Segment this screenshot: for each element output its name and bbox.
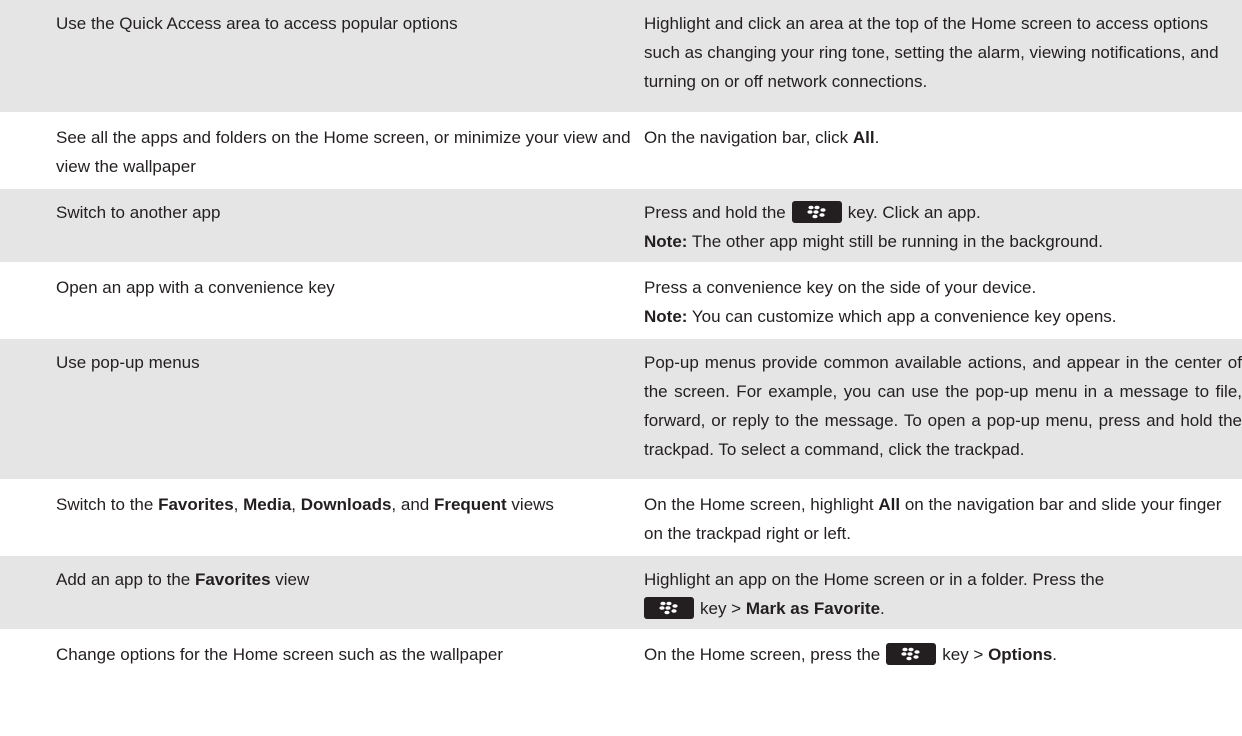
description-text-part: On the Home screen, highlight [644,495,879,514]
table-row: Add an app to the Favorites view Highlig… [0,555,1242,631]
task-text-part: Add an app to the [56,570,195,589]
table-row: Switch to the Favorites, Media, Download… [0,480,1242,556]
description-text: Press a convenience key on the side of y… [644,264,1242,337]
description-text-part: key. Click an app. [847,203,981,222]
description-text-part: . [874,128,880,147]
description-text-part: key > [942,645,989,664]
task-cell: Switch to another app [0,188,644,264]
table-row: See all the apps and folders on the Home… [0,113,1242,189]
view-name-frequent: Frequent [433,495,507,514]
task-text-part: , and [391,495,434,514]
description-text-part: Press a convenience key on the side of y… [644,278,1037,297]
table-row: Use pop-up menus Pop-up menus provide co… [0,338,1242,481]
task-cell: Use the Quick Access area to access popu… [0,0,644,114]
task-text: See all the apps and folders on the Home… [56,128,631,176]
description-cell: Pop-up menus provide common available ac… [644,338,1242,481]
table-row: Change options for the Home screen such … [0,630,1242,677]
description-bold-text: Options [988,645,1053,664]
description-bold-text: All [878,495,901,514]
description-bold-text: Mark as Favorite [745,599,881,618]
description-cell: Press and hold the key. Click an app. Note… [644,188,1242,264]
description-text-part: On the navigation bar, click [644,128,853,147]
description-bold-text: All [852,128,875,147]
description-text-part: . [880,599,885,618]
table-row: Open an app with a convenience key Press… [0,263,1242,339]
description-cell: Press a convenience key on the side of y… [644,263,1242,339]
task-text: Use the Quick Access area to access popu… [56,14,458,33]
description-text: Highlight an app on the Home screen or i… [644,556,1242,629]
table-row: Use the Quick Access area to access popu… [0,0,1242,114]
note-label: Note: [644,232,688,251]
task-text-part: view [270,570,310,589]
task-text: Open an app with a convenience key [56,278,335,297]
task-cell: Switch to the Favorites, Media, Download… [0,480,644,556]
blackberry-menu-key-icon [644,597,694,620]
blackberry-menu-key-icon [791,201,842,224]
description-cell: On the Home screen, highlight All on the… [644,480,1242,556]
task-text-part: , [291,495,301,514]
task-text-part: views [506,495,554,514]
view-name-media: Media [243,495,292,514]
description-text: Press and hold the key. Click an app. Note… [644,189,1242,262]
description-text: On the Home screen, press the key > Optio… [644,631,1242,675]
blackberry-menu-key-icon [886,643,937,666]
task-text-part: Switch to the [56,495,159,514]
note-text: The other app might still be running in … [687,232,1103,251]
view-name-favorites: Favorites [158,495,234,514]
description-text: Highlight and click an area at the top o… [644,14,1219,91]
task-cell: Open an app with a convenience key [0,263,644,339]
description-text: Pop-up menus provide common available ac… [644,353,1242,459]
description-text: On the navigation bar, click All. [644,114,1242,158]
description-text: On the Home screen, highlight All on the… [644,481,1242,554]
view-name-favorites: Favorites [194,570,271,589]
task-text: Switch to the Favorites, Media, Download… [56,481,644,525]
description-text-part: Highlight an app on the Home screen or i… [644,570,1105,589]
description-cell: Highlight and click an area at the top o… [644,0,1242,114]
tips-table: Use the Quick Access area to access popu… [0,0,1242,677]
task-cell: See all the apps and folders on the Home… [0,113,644,189]
task-text: Use pop-up menus [56,353,200,372]
description-cell: On the navigation bar, click All. [644,113,1242,189]
description-text-part: Press and hold the [644,203,786,222]
description-text-part: key > [700,599,746,618]
description-text-part: On the Home screen, press the [644,645,881,664]
note-label: Note: [644,307,688,326]
task-text-part: , [233,495,244,514]
table-row: Switch to another app Press and hold the… [0,188,1242,264]
task-text: Switch to another app [56,203,221,222]
note-text: You can customize which app a convenienc… [687,307,1117,326]
task-cell: Change options for the Home screen such … [0,630,644,677]
description-text-part: . [1052,645,1058,664]
description-cell: Highlight an app on the Home screen or i… [644,555,1242,631]
task-text: Change options for the Home screen such … [56,645,503,664]
task-cell: Use pop-up menus [0,338,644,481]
description-cell: On the Home screen, press the key > Optio… [644,630,1242,677]
view-name-downloads: Downloads [300,495,392,514]
task-text: Add an app to the Favorites view [56,556,644,600]
task-cell: Add an app to the Favorites view [0,555,644,631]
